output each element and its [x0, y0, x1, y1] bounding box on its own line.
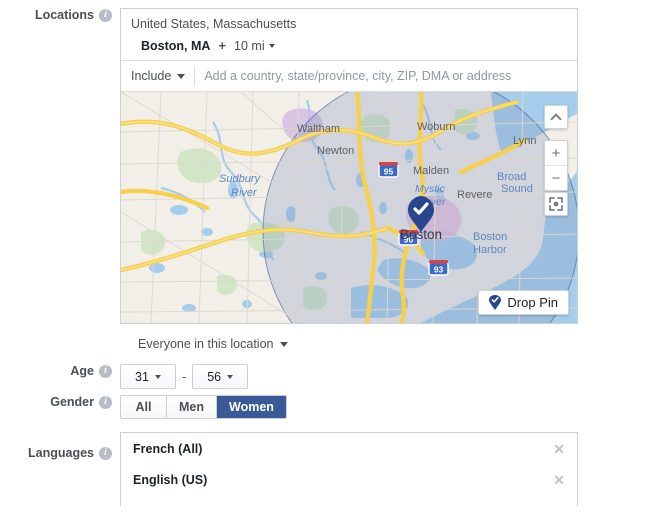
chevron-down-icon [279, 341, 288, 347]
include-label: Include [131, 69, 172, 83]
location-search-row: Include [121, 61, 577, 92]
gender-option-women[interactable]: Women [217, 396, 286, 418]
chevron-down-icon [154, 374, 161, 379]
location-map[interactable]: 95 90 93 Woburn Lynn Malden Revere Walth… [121, 92, 577, 323]
zoom-out-button[interactable]: − [545, 166, 567, 190]
svg-text:93: 93 [434, 265, 444, 275]
info-icon[interactable] [99, 446, 112, 460]
locations-row: Locations United States, Massachusetts B… [0, 8, 647, 324]
location-city-label: Boston, MA [141, 38, 211, 53]
zoom-in-button[interactable]: + [545, 141, 567, 165]
chevron-down-icon [227, 374, 234, 379]
include-dropdown[interactable]: Include [131, 66, 196, 86]
languages-label-text: Languages [28, 446, 94, 460]
gender-option-men[interactable]: Men [167, 396, 217, 418]
age-min-value: 31 [135, 369, 149, 384]
info-icon[interactable] [99, 395, 112, 409]
age-range-separator: - [182, 369, 187, 384]
map-label-revere: Revere [457, 189, 492, 201]
gender-option-all[interactable]: All [121, 396, 167, 418]
age-max-value: 56 [207, 369, 222, 384]
map-label-boston-harbor-2: Harbor [473, 244, 507, 256]
location-country-region: United States, Massachusetts [131, 17, 297, 31]
map-label-boston-harbor: Boston [473, 231, 507, 243]
map-label-lynn: Lynn [513, 135, 536, 147]
locations-label-text: Locations [34, 8, 94, 22]
add-location-icon[interactable]: + [216, 38, 228, 53]
chevron-down-icon [177, 73, 186, 79]
age-label-text: Age [70, 364, 94, 378]
map-label-malden: Malden [413, 165, 449, 177]
close-icon[interactable]: ✕ [551, 473, 567, 487]
gender-segmented-control: All Men Women [120, 395, 287, 419]
recenter-icon [545, 193, 567, 215]
map-label-mystic-river: Mystic [415, 183, 445, 195]
drop-pin-button[interactable]: Drop Pin [478, 290, 569, 315]
list-item[interactable]: English (US) ✕ [121, 464, 577, 495]
language-name: French (All) [133, 441, 203, 456]
locations-box: United States, Massachusetts Boston, MA … [120, 8, 578, 324]
languages-box: French (All) ✕ English (US) ✕ [120, 432, 578, 506]
map-label-sudbury-river-2: River [231, 187, 258, 199]
info-icon[interactable] [99, 8, 112, 22]
map-label-woburn: Woburn [417, 121, 455, 133]
audience-scope-label: Everyone in this location [138, 337, 274, 351]
map-label-broad-sound-2: Sound [501, 183, 533, 195]
map-label-waltham: Waltham [297, 123, 340, 135]
gender-row: Gender All Men Women [0, 395, 647, 419]
highway-shield-95: 95 [378, 162, 399, 178]
map-pin-icon [489, 295, 502, 310]
languages-row: Languages French (All) ✕ English (US) ✕ [0, 432, 647, 506]
languages-label: Languages [0, 432, 120, 460]
targeting-form: Locations United States, Massachusetts B… [0, 0, 647, 512]
list-item[interactable]: French (All) ✕ [121, 433, 577, 464]
map-recenter-button[interactable] [544, 192, 568, 216]
highway-shield-93: 93 [428, 260, 449, 276]
map-label-broad-sound: Broad [497, 171, 526, 183]
radius-dropdown[interactable]: 10 mi [234, 39, 275, 53]
locations-label: Locations [0, 8, 120, 22]
close-icon[interactable]: ✕ [551, 442, 567, 456]
gender-label: Gender [0, 395, 120, 409]
age-min-select[interactable]: 31 [120, 364, 176, 389]
chevron-down-icon [268, 43, 275, 48]
radius-value: 10 mi [234, 38, 265, 53]
map-label-sudbury-river: Sudbury [219, 173, 261, 185]
location-city-entry: Boston, MA + 10 mi [131, 38, 567, 53]
age-label: Age [0, 364, 120, 378]
map-label-newton: Newton [317, 145, 354, 157]
language-name: English (US) [133, 472, 208, 487]
selected-locations: United States, Massachusetts Boston, MA … [121, 9, 577, 61]
age-max-select[interactable]: 56 [192, 364, 249, 389]
age-range-controls: 31 - 56 [120, 364, 249, 389]
age-row: Age 31 - 56 [0, 364, 647, 389]
drop-pin-label: Drop Pin [507, 295, 558, 310]
gender-label-text: Gender [50, 395, 94, 409]
audience-scope-dropdown[interactable]: Everyone in this location [138, 337, 288, 351]
location-search-input[interactable] [195, 68, 567, 84]
map-canvas: 95 90 93 Woburn Lynn Malden Revere Walth… [121, 92, 577, 323]
map-zoom-controls[interactable]: + − [544, 140, 568, 191]
info-icon[interactable] [99, 364, 112, 378]
chevron-up-icon [545, 106, 567, 128]
map-collapse-button[interactable] [544, 105, 568, 129]
svg-text:95: 95 [384, 167, 394, 177]
